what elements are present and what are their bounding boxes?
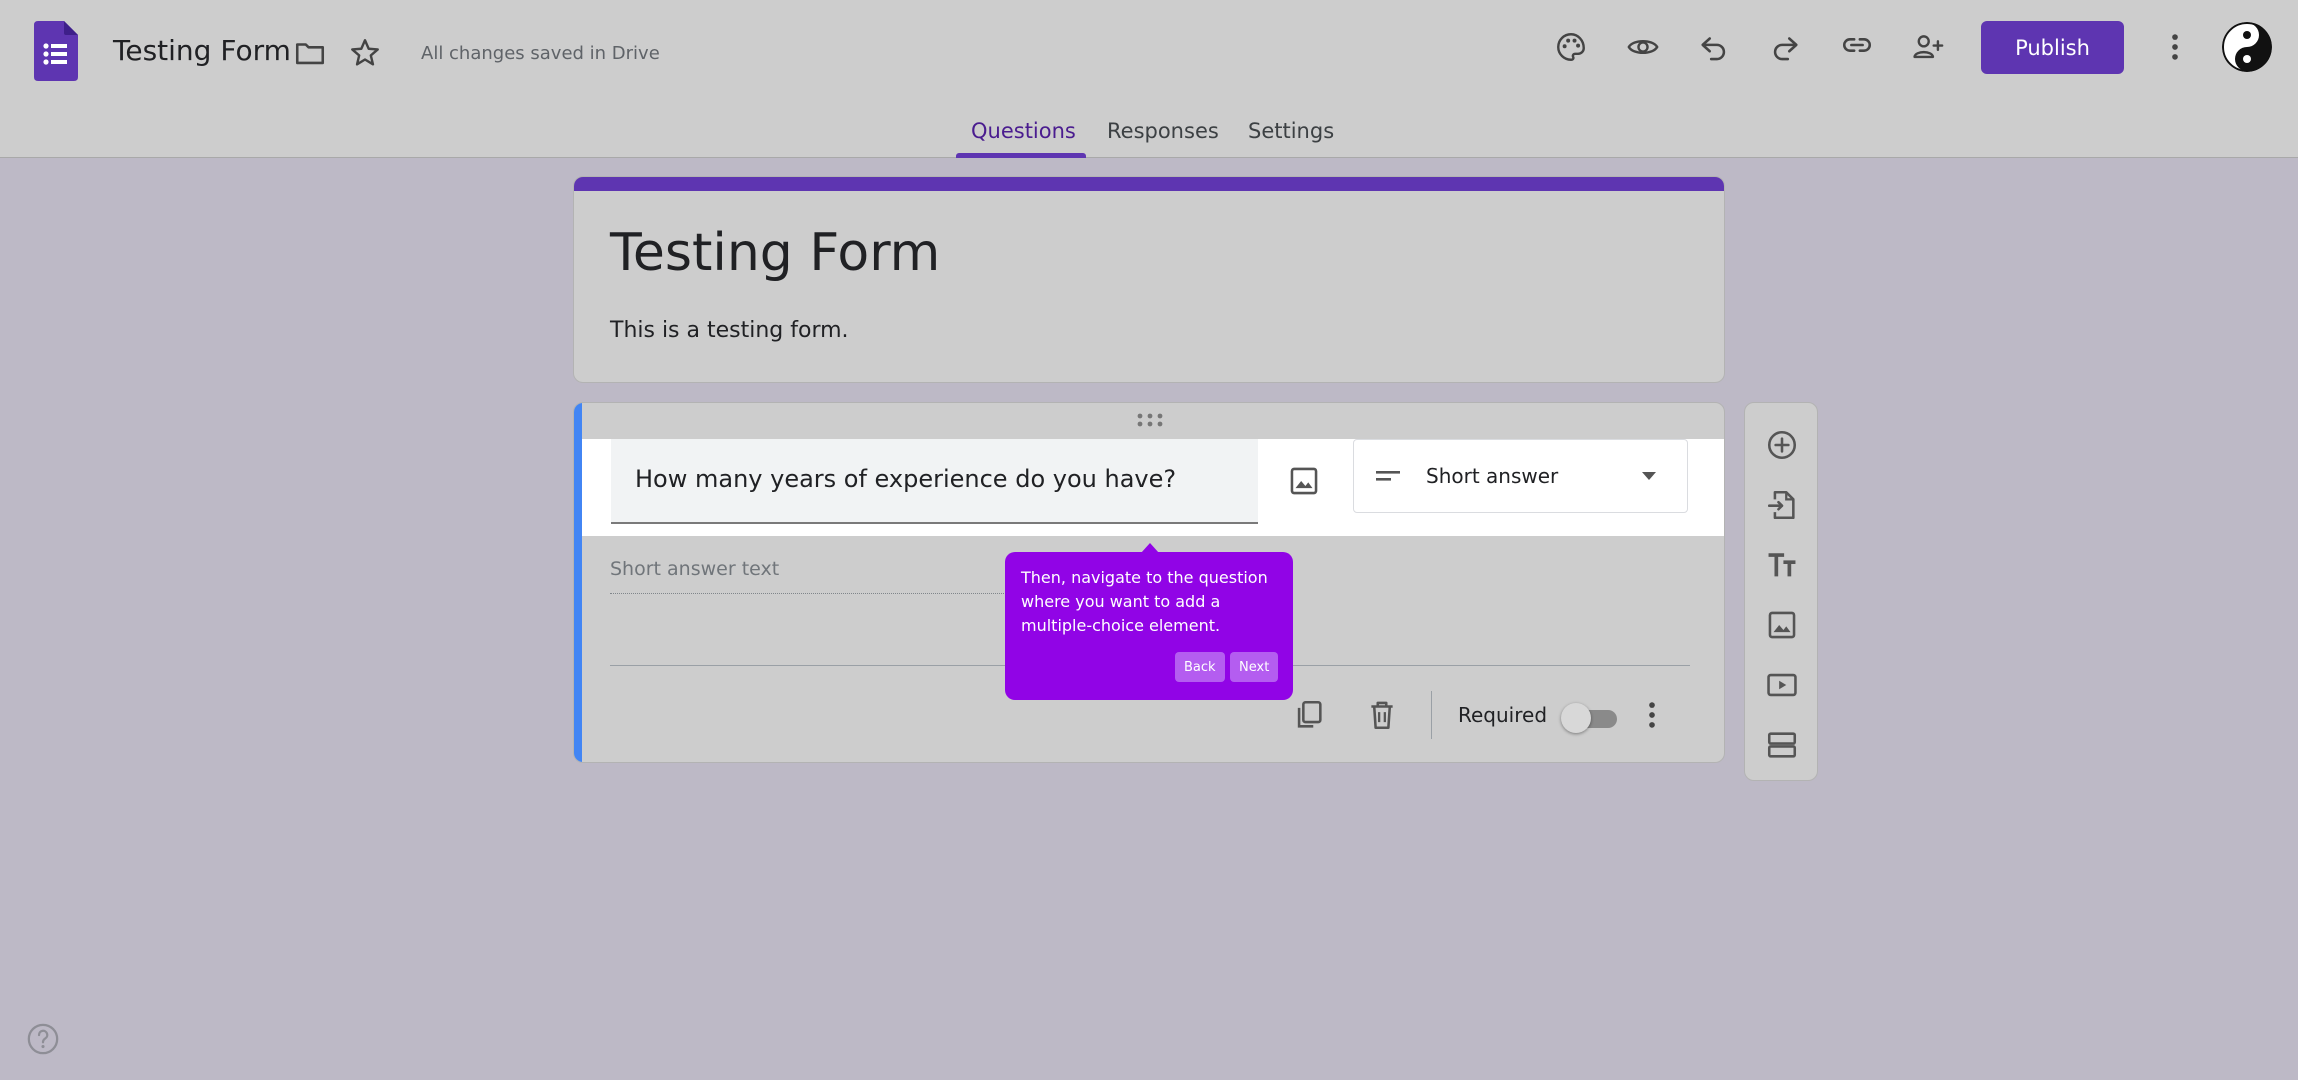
chevron-down-icon — [1642, 472, 1656, 480]
side-toolbar — [1744, 402, 1818, 781]
link-icon[interactable] — [1833, 21, 1881, 69]
tooltip-next-button[interactable]: Next — [1230, 652, 1279, 682]
drag-handle-icon[interactable] — [1136, 411, 1164, 429]
tooltip-text: Then, navigate to the question where you… — [1021, 568, 1268, 635]
question-type-label: Short answer — [1426, 464, 1559, 488]
tooltip-back-button[interactable]: Back — [1175, 652, 1225, 682]
app-header: Testing Form All changes saved in Drive … — [0, 0, 2298, 158]
forms-logo-icon[interactable] — [34, 21, 78, 81]
add-person-icon[interactable] — [1904, 23, 1952, 71]
tour-tooltip: Then, navigate to the question where you… — [1005, 543, 1293, 700]
add-title-icon[interactable] — [1758, 541, 1806, 589]
palette-icon[interactable] — [1547, 23, 1595, 71]
undo-icon[interactable] — [1690, 23, 1738, 71]
form-description[interactable]: This is a testing form. — [610, 318, 849, 343]
add-section-icon[interactable] — [1758, 721, 1806, 769]
footer-separator — [1431, 691, 1432, 739]
folder-icon[interactable] — [286, 29, 334, 77]
tab-settings[interactable]: Settings — [1248, 119, 1334, 143]
add-question-icon[interactable] — [1758, 421, 1806, 469]
tab-questions[interactable]: Questions — [971, 119, 1076, 143]
avatar[interactable] — [2222, 22, 2272, 72]
import-questions-icon[interactable] — [1758, 481, 1806, 529]
answer-placeholder: Short answer text — [610, 558, 780, 580]
toggle-knob — [1561, 703, 1591, 733]
question-text: How many years of experience do you have… — [635, 465, 1177, 493]
required-toggle[interactable] — [1561, 703, 1619, 733]
tooltip-arrow — [1141, 543, 1159, 553]
more-vert-icon[interactable] — [1628, 691, 1676, 739]
tab-responses[interactable]: Responses — [1107, 119, 1219, 143]
help-icon[interactable] — [26, 1022, 60, 1056]
title-card-accent — [574, 177, 1724, 191]
document-title[interactable]: Testing Form — [113, 34, 291, 67]
publish-button[interactable]: Publish — [1981, 21, 2124, 74]
required-label: Required — [1458, 703, 1548, 727]
active-tab-indicator — [956, 153, 1086, 158]
star-icon[interactable] — [341, 29, 389, 77]
question-input[interactable]: How many years of experience do you have… — [611, 439, 1258, 524]
tab-bar: Questions Responses Settings — [0, 115, 2298, 158]
save-status: All changes saved in Drive — [421, 43, 660, 64]
form-title[interactable]: Testing Form — [610, 223, 940, 283]
add-image-icon[interactable] — [1280, 457, 1328, 505]
add-image-icon[interactable] — [1758, 601, 1806, 649]
question-type-dropdown[interactable]: Short answer — [1353, 439, 1688, 513]
eye-icon[interactable] — [1619, 23, 1667, 71]
short-answer-icon — [1376, 471, 1400, 481]
add-video-icon[interactable] — [1758, 661, 1806, 709]
delete-icon[interactable] — [1358, 691, 1406, 739]
more-vert-icon[interactable] — [2151, 23, 2199, 71]
question-card-accent — [574, 403, 582, 762]
redo-icon[interactable] — [1761, 23, 1809, 71]
form-title-card[interactable]: Testing Form This is a testing form. — [573, 176, 1725, 383]
duplicate-icon[interactable] — [1285, 691, 1333, 739]
